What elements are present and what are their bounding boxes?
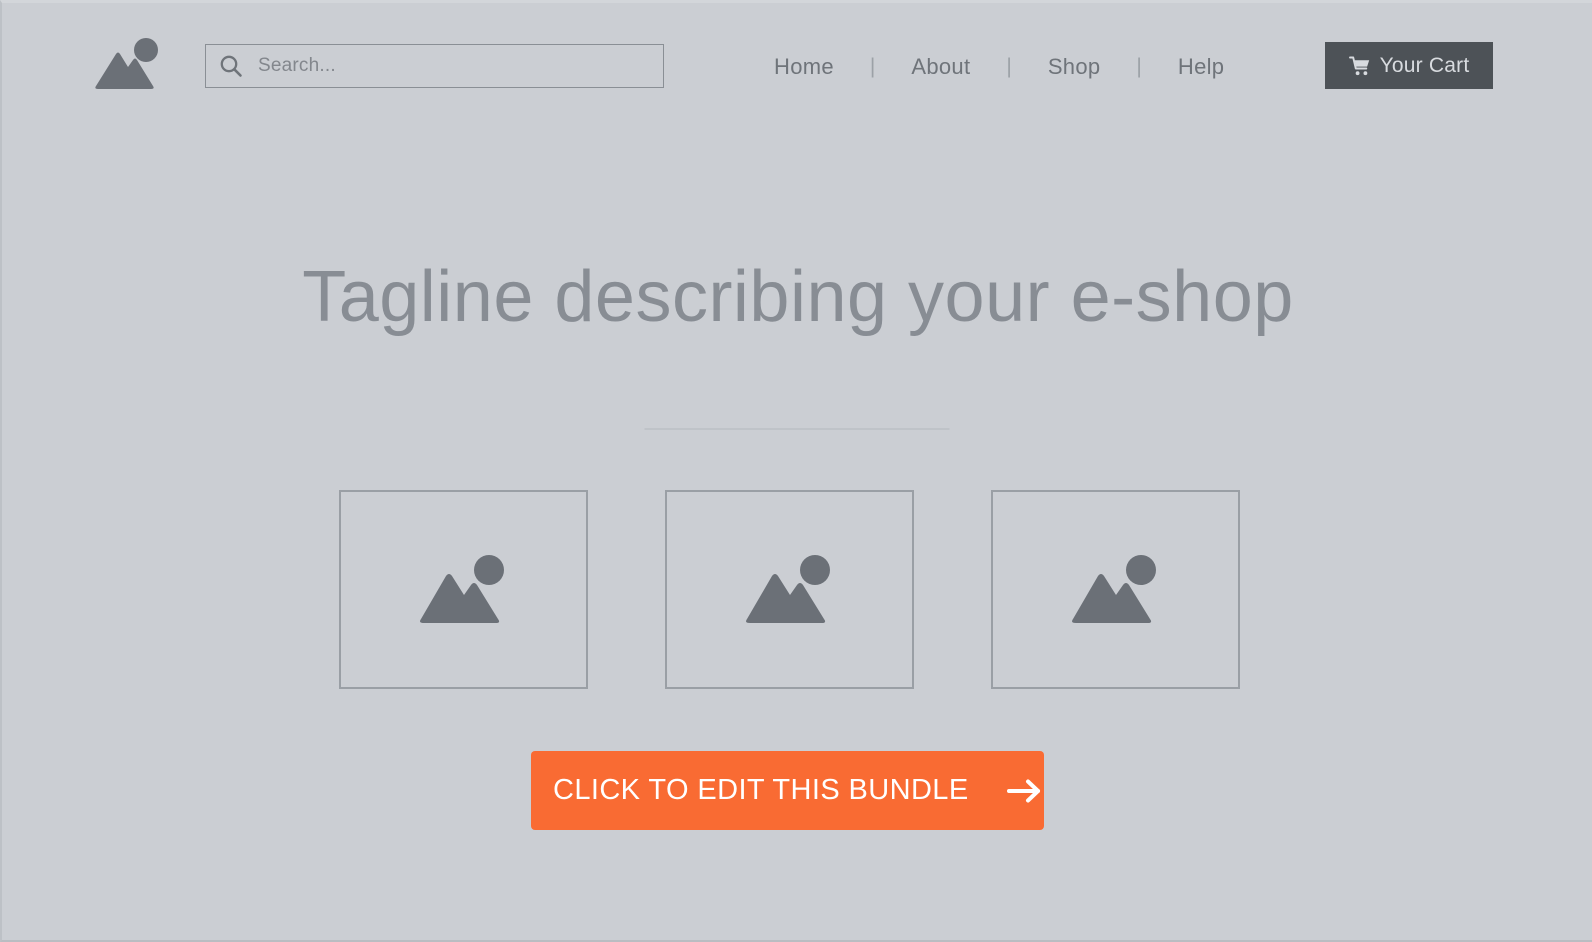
edit-bundle-button[interactable]: CLICK TO EDIT THIS BUNDLE <box>531 751 1044 830</box>
search-input[interactable]: Search... <box>205 44 664 88</box>
arrow-right-icon <box>1005 777 1045 805</box>
page-root: Search... Home | About | Shop | Help You… <box>0 0 1592 942</box>
nav-separator: | <box>1136 55 1142 78</box>
edit-bundle-label: CLICK TO EDIT THIS BUNDLE <box>553 774 969 806</box>
image-card[interactable] <box>665 490 914 689</box>
nav-separator: | <box>1006 55 1012 78</box>
your-cart-button[interactable]: Your Cart <box>1325 42 1493 89</box>
image-card[interactable] <box>991 490 1240 689</box>
cart-label: Your Cart <box>1379 53 1470 77</box>
search-icon <box>218 53 244 79</box>
nav-item-about[interactable]: About <box>909 54 972 80</box>
nav-item-help[interactable]: Help <box>1176 54 1226 80</box>
logo[interactable] <box>92 36 164 92</box>
search-placeholder: Search... <box>258 55 336 76</box>
image-placeholder-icon <box>1068 553 1164 627</box>
site-header: Search... Home | About | Shop | Help You… <box>2 3 1592 125</box>
nav-item-shop[interactable]: Shop <box>1046 54 1103 80</box>
main-navigation: Home | About | Shop | Help <box>772 49 1226 85</box>
shopping-cart-icon <box>1348 55 1371 77</box>
page-headline: Tagline describing your e-shop <box>302 257 1294 337</box>
nav-separator: | <box>869 55 876 78</box>
image-placeholder-icon <box>742 553 838 627</box>
image-card[interactable] <box>339 490 588 689</box>
image-placeholder-icon <box>416 553 512 627</box>
image-card-gallery <box>339 490 1240 689</box>
section-divider <box>644 428 950 430</box>
nav-item-home[interactable]: Home <box>772 54 836 80</box>
